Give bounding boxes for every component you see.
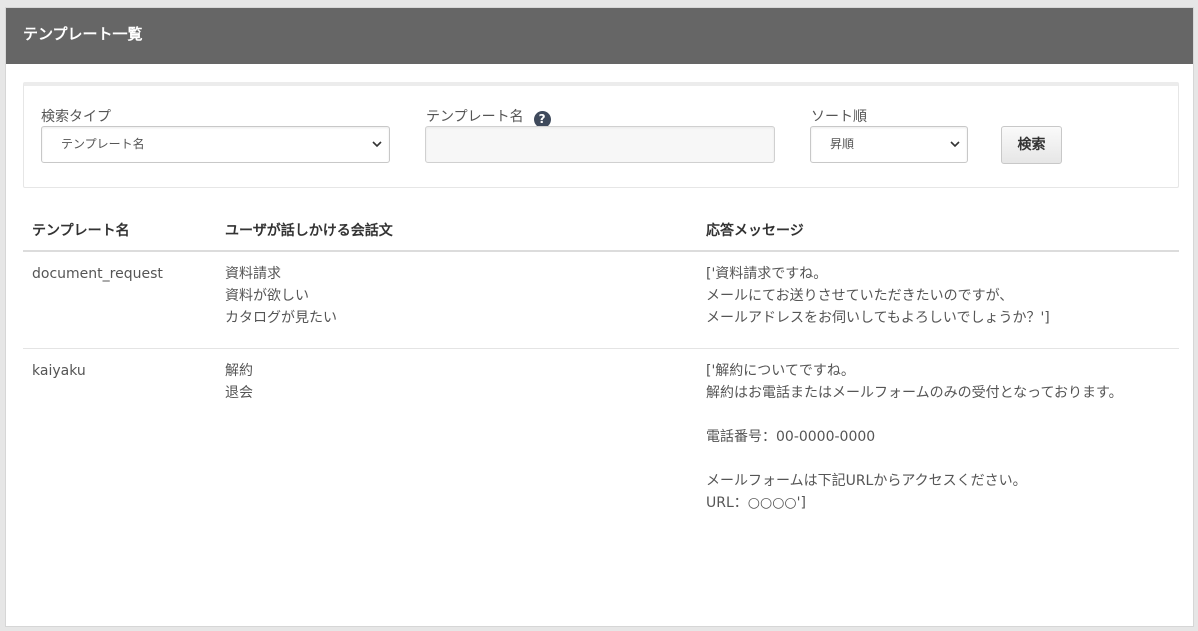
response-line: 解約はお電話またはメールフォームのみの受付となっております。 [706, 385, 1123, 401]
table-header: テンプレート名 ユーザが話しかける会話文 応答メッセージ [23, 208, 1179, 252]
phrase-item: 資料が欲しい [225, 288, 309, 304]
response-line: メールにてお送りさせていただきたいのですが、 [706, 288, 1014, 304]
phrases-cell: 解約 退会 [225, 360, 253, 404]
response-blank-line [706, 448, 1156, 470]
table-row[interactable]: kaiyaku 解約 退会 ['解約についてですね。 解約はお電話またはメールフ… [23, 349, 1179, 549]
template-table: テンプレート名 ユーザが話しかける会話文 応答メッセージ document_re… [23, 208, 1179, 549]
column-header-name: テンプレート名 [32, 223, 130, 239]
column-header-phrases: ユーザが話しかける会話文 [225, 223, 393, 239]
template-list-card: テンプレート一覧 検索タイプ テンプレート名 テンプレート名? ソート順 昇順 … [5, 7, 1194, 627]
response-line: URL：○○○○'] [706, 495, 806, 511]
response-line: ['解約についてですね。 [706, 363, 855, 379]
table-row[interactable]: document_request 資料請求 資料が欲しい カタログが見たい ['… [23, 252, 1179, 349]
page-title: テンプレート一覧 [6, 8, 1193, 64]
column-header-response: 応答メッセージ [706, 223, 804, 239]
search-type-label: 検索タイプ [41, 109, 111, 125]
response-line: ['資料請求ですね。 [706, 266, 828, 282]
chevron-down-icon [950, 141, 960, 148]
phrase-item: 解約 [225, 363, 253, 379]
phrase-item: 退会 [225, 385, 253, 401]
search-type-value: テンプレート名 [61, 137, 145, 151]
search-button[interactable]: 検索 [1001, 126, 1062, 164]
template-name-label: テンプレート名? [426, 106, 551, 128]
sort-order-value: 昇順 [830, 137, 855, 151]
phrase-item: カタログが見たい [225, 310, 337, 326]
response-cell: ['資料請求ですね。 メールにてお送りさせていただきたいのですが、 メールアドレ… [706, 263, 1156, 329]
response-cell: ['解約についてですね。 解約はお電話またはメールフォームのみの受付となっており… [706, 360, 1156, 514]
template-name-cell: document_request [32, 266, 163, 282]
sort-order-select[interactable]: 昇順 [810, 126, 968, 163]
phrases-cell: 資料請求 資料が欲しい カタログが見たい [225, 263, 337, 329]
template-name-label-text: テンプレート名 [426, 109, 524, 125]
chevron-down-icon [372, 141, 382, 148]
template-name-cell: kaiyaku [32, 363, 86, 379]
template-name-input[interactable] [425, 126, 775, 163]
response-line: 電話番号：00-0000-0000 [706, 429, 876, 445]
sort-order-label: ソート順 [811, 109, 867, 125]
response-line: メールアドレスをお伺いしてもよろしいでしょうか？'] [706, 310, 1050, 326]
response-blank-line [706, 404, 1156, 426]
search-panel: 検索タイプ テンプレート名 テンプレート名? ソート順 昇順 検索 [23, 82, 1179, 188]
phrase-item: 資料請求 [225, 266, 281, 282]
search-type-select[interactable]: テンプレート名 [41, 126, 390, 163]
response-line: メールフォームは下記URLからアクセスください。 [706, 473, 1027, 489]
